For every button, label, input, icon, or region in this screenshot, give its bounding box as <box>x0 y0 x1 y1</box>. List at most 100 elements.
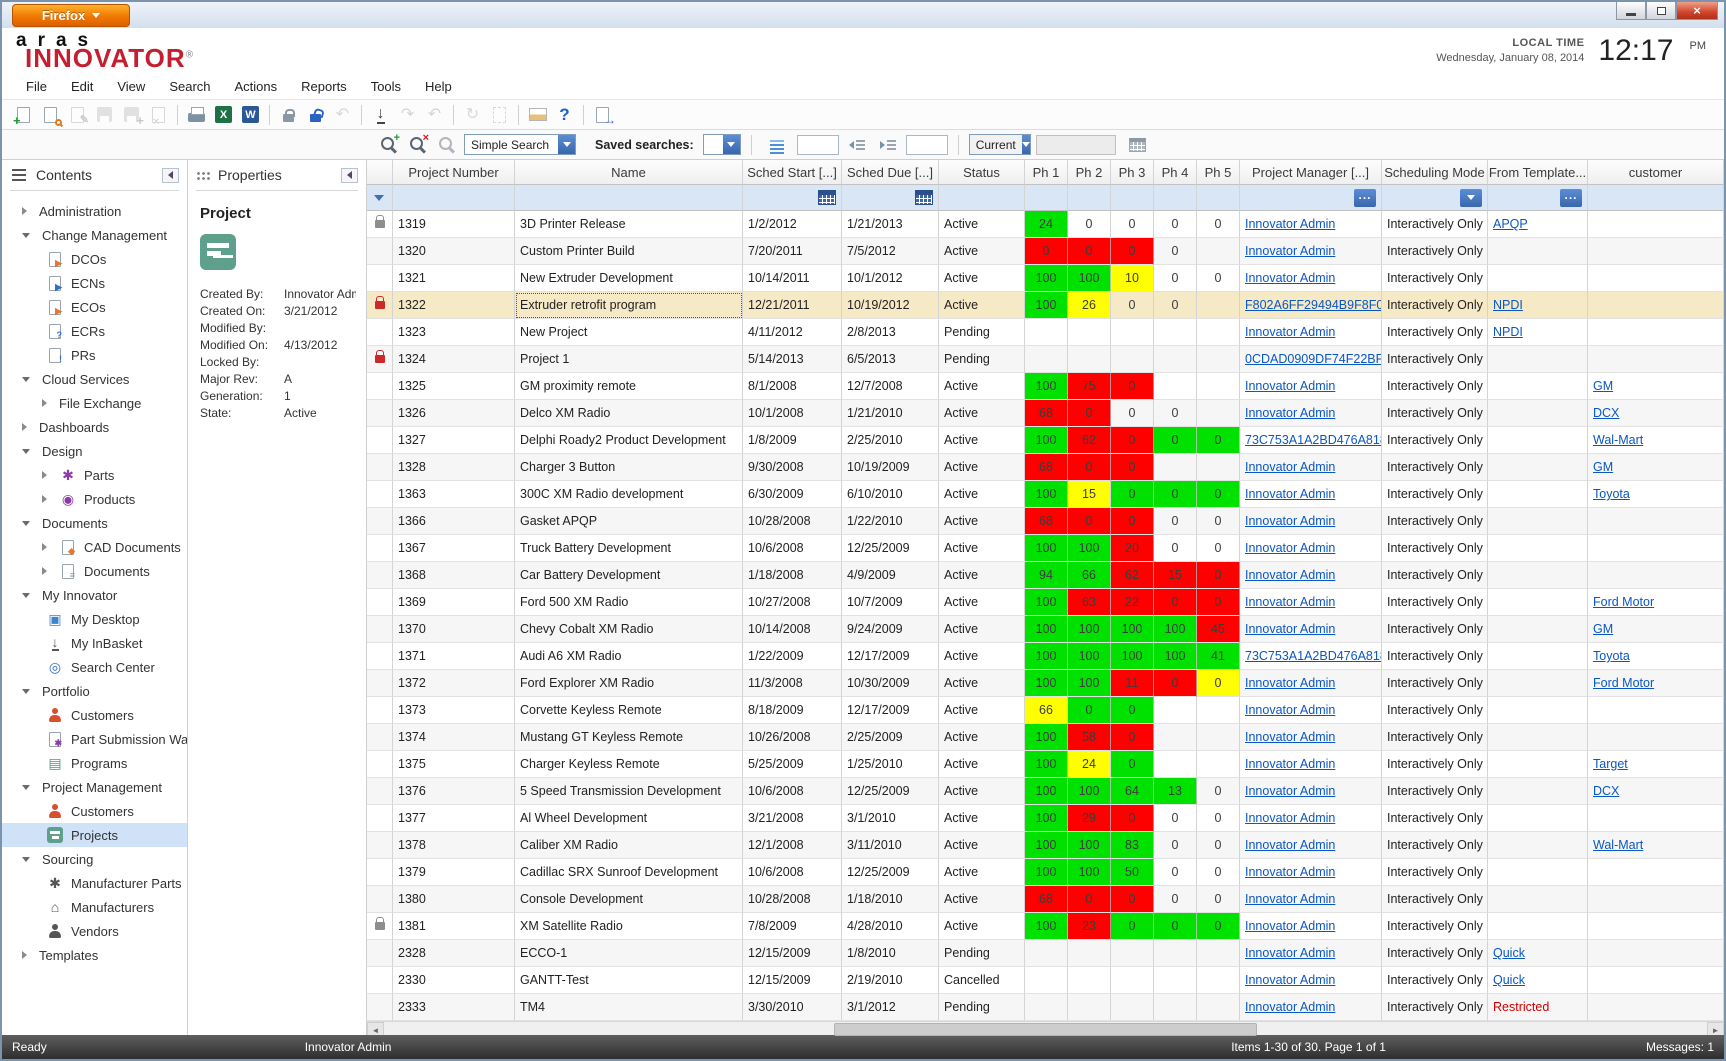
sidebar-item-manufacturer-parts[interactable]: ✱Manufacturer Parts <box>2 871 187 895</box>
project-row-1375[interactable]: 1375Charger Keyless Remote5/25/20091/25/… <box>367 751 1724 778</box>
project-manager-link[interactable]: Innovator Admin <box>1245 838 1335 852</box>
project-manager-link[interactable]: Innovator Admin <box>1245 919 1335 933</box>
export-excel-icon[interactable]: X <box>210 102 237 128</box>
state-input[interactable] <box>1036 135 1116 155</box>
project-manager-link[interactable]: 0CDAD0909DF74F22BFC2... <box>1245 352 1382 366</box>
chevron-down-icon[interactable] <box>22 689 30 694</box>
chevron-right-icon[interactable] <box>22 423 27 431</box>
sidebar-item-customers[interactable]: Customers <box>2 799 187 823</box>
project-row-1368[interactable]: 1368Car Battery Development1/18/20084/9/… <box>367 562 1724 589</box>
project-manager-link[interactable]: Innovator Admin <box>1245 757 1335 771</box>
chevron-right-icon[interactable] <box>42 495 47 503</box>
column-header-mode[interactable]: Scheduling Mode <box>1382 160 1488 185</box>
sidebar-item-search-center[interactable]: ◎Search Center <box>2 655 187 679</box>
project-row-1373[interactable]: 1373Corvette Keyless Remote8/18/200912/1… <box>367 697 1724 724</box>
progress-bar-icon[interactable] <box>524 102 551 128</box>
customer-link[interactable]: Ford Motor <box>1593 676 1654 690</box>
customer-link[interactable]: GM <box>1593 622 1613 636</box>
project-manager-link[interactable]: 73C753A1A2BD476A8185... <box>1245 433 1382 447</box>
column-header-start[interactable]: Sched Start [...] <box>743 160 842 185</box>
project-row-2333[interactable]: 2333TM43/30/20103/1/2012PendingInnovator… <box>367 994 1724 1021</box>
filter-cell-status[interactable] <box>939 185 1025 211</box>
structure-list-icon[interactable] <box>770 144 784 146</box>
customer-link[interactable]: GM <box>1593 379 1613 393</box>
menu-edit[interactable]: Edit <box>61 76 103 97</box>
project-row-2330[interactable]: 2330GANTT-Test12/15/20092/19/2010Cancell… <box>367 967 1724 994</box>
chevron-down-icon[interactable] <box>22 377 30 382</box>
template-link[interactable]: APQP <box>1493 217 1528 231</box>
run-search-icon[interactable]: + <box>380 136 398 154</box>
menu-search[interactable]: Search <box>159 76 220 97</box>
dropdown-button[interactable] <box>1460 189 1482 207</box>
column-header-num[interactable]: Project Number <box>393 160 515 185</box>
project-manager-link[interactable]: Innovator Admin <box>1245 865 1335 879</box>
help-icon[interactable]: ? <box>551 102 578 128</box>
grid-view-icon[interactable] <box>1129 138 1146 152</box>
depth-input[interactable] <box>906 135 948 155</box>
customer-link[interactable]: GM <box>1593 460 1613 474</box>
column-header-due[interactable]: Sched Due [...] <box>842 160 939 185</box>
sidebar-item-templates[interactable]: Templates <box>2 943 187 967</box>
project-row-1372[interactable]: 1372Ford Explorer XM Radio11/3/200810/30… <box>367 670 1724 697</box>
chevron-right-icon[interactable] <box>42 543 47 551</box>
customer-link[interactable]: Target <box>1593 757 1628 771</box>
chevron-right-icon[interactable] <box>42 567 47 575</box>
menu-tools[interactable]: Tools <box>361 76 411 97</box>
project-row-1377[interactable]: 1377Al Wheel Development3/21/20083/1/201… <box>367 805 1724 832</box>
horizontal-scrollbar[interactable]: ◄ ► <box>367 1021 1724 1038</box>
column-header-status[interactable]: Status <box>939 160 1025 185</box>
project-row-1325[interactable]: 1325GM proximity remote8/1/200812/7/2008… <box>367 373 1724 400</box>
new-document-icon[interactable]: + <box>10 102 37 128</box>
template-link[interactable]: NPDI <box>1493 325 1523 339</box>
project-manager-link[interactable]: Innovator Admin <box>1245 703 1335 717</box>
project-manager-link[interactable]: Innovator Admin <box>1245 730 1335 744</box>
sidebar-item-my-innovator[interactable]: My Innovator <box>2 583 187 607</box>
project-manager-link[interactable]: F802A6FF29494B9F8F0D3... <box>1245 298 1382 312</box>
filter-cell-ph3[interactable] <box>1111 185 1154 211</box>
project-manager-link[interactable]: Innovator Admin <box>1245 568 1335 582</box>
column-header-ph5[interactable]: Ph 5 <box>1197 160 1240 185</box>
project-manager-link[interactable]: Innovator Admin <box>1245 595 1335 609</box>
project-row-1380[interactable]: 1380Console Development10/28/20081/18/20… <box>367 886 1724 913</box>
ellipsis-button[interactable] <box>1354 189 1376 207</box>
project-row-1327[interactable]: 1327Delphi Roady2 Product Development1/8… <box>367 427 1724 454</box>
chevron-down-icon[interactable] <box>22 521 30 526</box>
sidebar-item-vendors[interactable]: Vendors <box>2 919 187 943</box>
project-row-1324[interactable]: 1324Project 15/14/20136/5/2013Pending0CD… <box>367 346 1724 373</box>
sidebar-item-administration[interactable]: Administration <box>2 199 187 223</box>
project-row-1320[interactable]: 1320Custom Printer Build7/20/20117/5/201… <box>367 238 1724 265</box>
project-manager-link[interactable]: Innovator Admin <box>1245 811 1335 825</box>
project-row-1370[interactable]: 1370Chevy Cobalt XM Radio10/14/20089/24/… <box>367 616 1724 643</box>
sidebar-item-programs[interactable]: ▤Programs <box>2 751 187 775</box>
chevron-right-icon[interactable] <box>42 471 47 479</box>
chevron-right-icon[interactable] <box>42 399 47 407</box>
ellipsis-button[interactable] <box>1560 189 1582 207</box>
export-word-icon[interactable]: W <box>237 102 264 128</box>
project-row-1319[interactable]: 13193D Printer Release1/2/20121/21/2013A… <box>367 211 1724 238</box>
chevron-right-icon[interactable] <box>22 951 27 959</box>
project-manager-link[interactable]: Innovator Admin <box>1245 271 1335 285</box>
sidebar-item-change-management[interactable]: Change Management <box>2 223 187 247</box>
close-button[interactable]: × <box>1676 2 1718 20</box>
sidebar-item-projects[interactable]: Projects <box>2 823 187 847</box>
template-link[interactable]: Quick <box>1493 946 1525 960</box>
search-type-select[interactable]: Simple Search <box>464 134 576 155</box>
sidebar-item-dcos[interactable]: ▶DCOs <box>2 247 187 271</box>
menu-help[interactable]: Help <box>415 76 462 97</box>
chevron-down-icon[interactable] <box>22 785 30 790</box>
project-manager-link[interactable]: Innovator Admin <box>1245 784 1335 798</box>
unlock-item-icon[interactable] <box>302 102 329 128</box>
saved-searches-select[interactable] <box>703 134 741 155</box>
project-row-1366[interactable]: 1366Gasket APQP10/28/20081/22/2010Active… <box>367 508 1724 535</box>
project-row-1378[interactable]: 1378Caliber XM Radio12/1/20083/11/2010Ac… <box>367 832 1724 859</box>
column-header-lock[interactable] <box>367 160 393 185</box>
column-header-ph3[interactable]: Ph 3 <box>1111 160 1154 185</box>
sidebar-item-portfolio[interactable]: Portfolio <box>2 679 187 703</box>
sidebar-item-prs[interactable]: !PRs <box>2 343 187 367</box>
column-header-name[interactable]: Name <box>515 160 743 185</box>
sidebar-item-documents[interactable]: ≡Documents <box>2 559 187 583</box>
logout-icon[interactable]: → <box>589 102 616 128</box>
calendar-icon[interactable] <box>818 190 836 205</box>
filter-cell-template[interactable] <box>1488 185 1588 211</box>
print-icon[interactable] <box>183 102 210 128</box>
